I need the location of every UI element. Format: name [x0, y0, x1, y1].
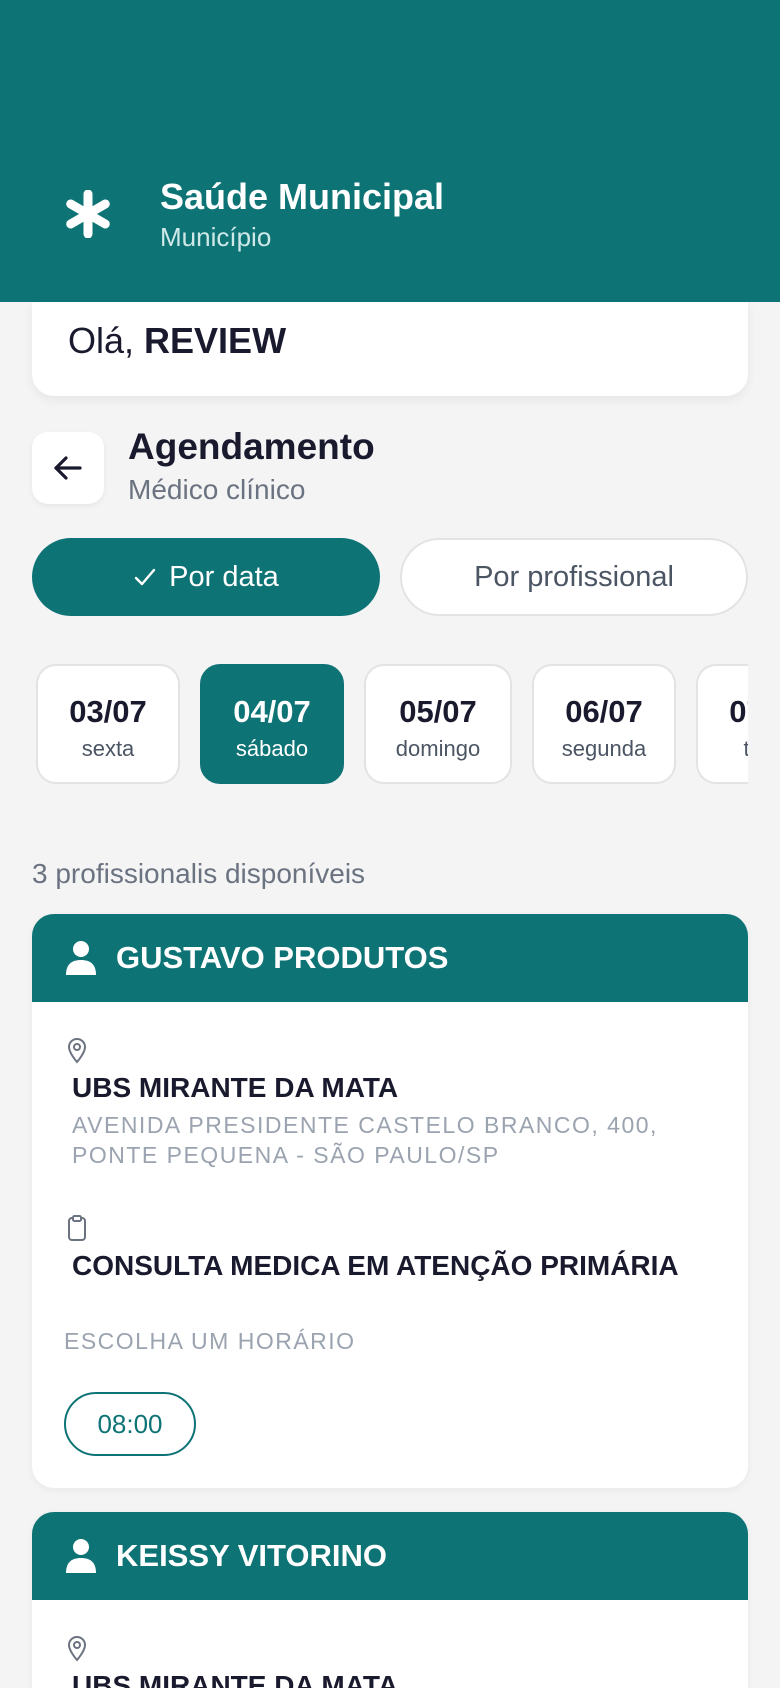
- date-chip-date: 03/07: [69, 694, 147, 729]
- professional-card: GUSTAVO PRODUTOS UBS MIRANTE DA MATA AVE…: [32, 914, 748, 1488]
- professional-name: KEISSY VITORINO: [116, 1538, 388, 1573]
- date-chip[interactable]: 05/07 domingo: [364, 664, 512, 784]
- date-chip-date: 07/07: [729, 694, 748, 729]
- choose-time-label: ESCOLHA UM HORÁRIO: [64, 1328, 356, 1354]
- date-chip-weekday: sexta: [81, 736, 135, 761]
- greeting-card: Olá, REVIEW: [32, 302, 748, 396]
- map-pin-icon: [67, 1038, 87, 1064]
- check-icon: [133, 565, 157, 589]
- person-icon: [66, 941, 96, 975]
- clipboard-icon: [68, 1215, 86, 1241]
- date-chip-date: 04/07: [233, 694, 311, 729]
- health-unit-name: UBS MIRANTE DA MATA: [72, 1670, 399, 1688]
- greeting-prefix: Olá,: [68, 320, 145, 361]
- date-chip-date: 05/07: [399, 694, 477, 729]
- tab-por-profissional-label: Por profissional: [474, 560, 674, 593]
- arrow-left-icon: [54, 456, 82, 480]
- user-name: REVIEW: [144, 320, 287, 361]
- date-chip-selected[interactable]: 04/07 sábado: [200, 664, 344, 784]
- professional-header: KEISSY VITORINO: [32, 1512, 748, 1600]
- service-name: CONSULTA MEDICA EM ATENÇÃO PRIMÁRIA: [72, 1250, 679, 1281]
- app-header: Saúde Municipal Município: [0, 0, 780, 302]
- tab-por-data[interactable]: Por data: [32, 538, 380, 616]
- asterisk-icon: [66, 190, 110, 238]
- date-chip-weekday: sábado: [235, 736, 309, 761]
- time-slot-button[interactable]: 08:00: [64, 1392, 196, 1456]
- date-chip[interactable]: 07/07 terça: [696, 664, 748, 784]
- page-title: Agendamento: [128, 426, 375, 467]
- available-count: 3 profissionalis disponíveis: [32, 858, 366, 889]
- date-chip-weekday: terça: [743, 736, 748, 761]
- back-button[interactable]: [32, 432, 104, 504]
- professional-header: GUSTAVO PRODUTOS: [32, 914, 748, 1002]
- professional-name: GUSTAVO PRODUTOS: [116, 940, 449, 975]
- date-chip[interactable]: 06/07 segunda: [532, 664, 676, 784]
- tab-por-profissional[interactable]: Por profissional: [400, 538, 748, 616]
- date-chip[interactable]: 03/07 sexta: [36, 664, 180, 784]
- page-subtitle: Médico clínico: [128, 474, 306, 505]
- app-subtitle: Município: [160, 222, 272, 252]
- app-title: Saúde Municipal: [160, 176, 445, 217]
- date-chip-weekday: segunda: [561, 736, 647, 761]
- date-chip-date: 06/07: [565, 694, 643, 729]
- health-unit-name: UBS MIRANTE DA MATA: [72, 1072, 399, 1103]
- greeting-text: Olá, REVIEW: [68, 320, 286, 362]
- map-pin-icon: [67, 1636, 87, 1662]
- professional-card: KEISSY VITORINO UBS MIRANTE DA MATA: [32, 1512, 748, 1688]
- person-icon: [66, 1539, 96, 1573]
- date-chip-weekday: domingo: [395, 736, 481, 761]
- tab-por-data-label: Por data: [169, 560, 279, 593]
- health-unit-address: AVENIDA PRESIDENTE CASTELO BRANCO, 400, …: [72, 1112, 658, 1168]
- date-selector[interactable]: 03/07 sexta 04/07 sábado 05/07 domingo 0…: [32, 660, 748, 788]
